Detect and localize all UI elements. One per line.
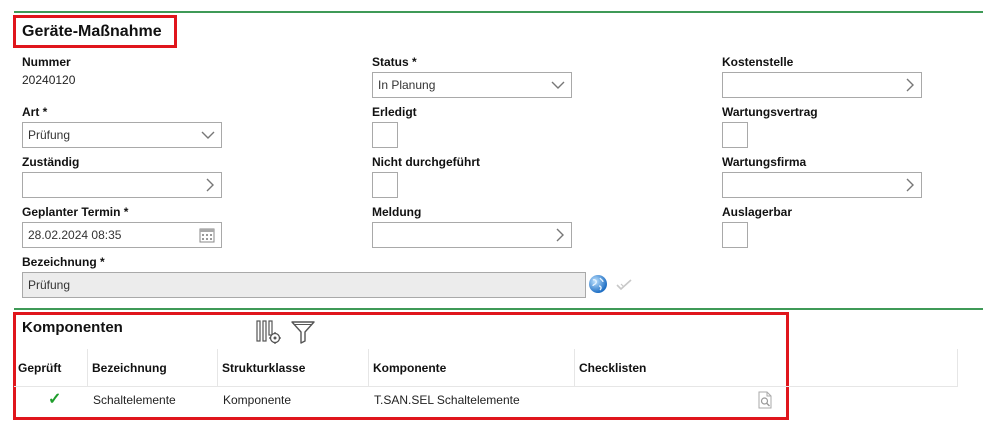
zustaendig-lookup[interactable]	[22, 172, 222, 198]
document-search-icon[interactable]	[757, 391, 773, 409]
erledigt-checkbox[interactable]	[372, 122, 398, 148]
meldung-lookup[interactable]	[372, 222, 572, 248]
nummer-label: Nummer	[22, 55, 71, 69]
filter-icon[interactable]	[290, 319, 316, 345]
cell-bezeichnung: Schaltelemente	[93, 393, 176, 407]
wartungsvertrag-checkbox[interactable]	[722, 122, 748, 148]
geplanter-termin-value: 28.02.2024 08:35	[28, 228, 122, 242]
section-title-komponenten: Komponenten	[22, 319, 123, 336]
geplanter-termin-label: Geplanter Termin *	[22, 205, 129, 219]
art-select-value: Prüfung	[28, 128, 71, 142]
column-settings-icon[interactable]	[256, 319, 282, 345]
zustaendig-label: Zuständig	[22, 155, 80, 169]
chevron-down-icon	[551, 73, 565, 97]
checkmark-icon: ✓	[48, 391, 62, 408]
kostenstelle-label: Kostenstelle	[722, 55, 794, 69]
wartungsfirma-lookup[interactable]	[722, 172, 922, 198]
column-header-strukturklasse[interactable]: Strukturklasse	[217, 349, 368, 387]
section-divider-komponenten	[14, 308, 983, 310]
geplanter-termin-input[interactable]: 28.02.2024 08:35	[22, 222, 222, 248]
globe-icon[interactable]	[588, 274, 608, 294]
cell-checklisten	[576, 387, 726, 413]
bezeichnung-value: Prüfung	[28, 278, 71, 292]
art-label: Art *	[22, 105, 48, 119]
calendar-icon[interactable]	[199, 223, 215, 247]
bezeichnung-label: Bezeichnung *	[22, 255, 105, 269]
wartungsfirma-label: Wartungsfirma	[722, 155, 807, 169]
chevron-down-icon	[201, 123, 215, 147]
column-header-checklisten[interactable]: Checklisten	[574, 349, 958, 387]
status-label: Status *	[372, 55, 417, 69]
column-header-komponente[interactable]: Komponente	[368, 349, 574, 387]
translate-check-icon[interactable]	[616, 278, 632, 291]
nicht-durchgefuehrt-label: Nicht durchgeführt	[372, 155, 480, 169]
column-header-bezeichnung[interactable]: Bezeichnung	[87, 349, 217, 387]
cell-komponente: T.SAN.SEL Schaltelemente	[374, 393, 520, 407]
auslagerbar-label: Auslagerbar	[722, 205, 793, 219]
wartungsvertrag-label: Wartungsvertrag	[722, 105, 818, 119]
section-divider-top	[14, 11, 983, 13]
chevron-right-icon[interactable]	[555, 223, 565, 247]
art-select[interactable]: Prüfung	[22, 122, 222, 148]
section-title-geraete-massnahme: Geräte-Maßnahme	[22, 23, 162, 40]
chevron-right-icon[interactable]	[905, 173, 915, 197]
erledigt-label: Erledigt	[372, 105, 417, 119]
nicht-durchgefuehrt-checkbox[interactable]	[372, 172, 398, 198]
column-header-geprueft[interactable]: Geprüft	[14, 349, 88, 387]
chevron-right-icon[interactable]	[205, 173, 215, 197]
kostenstelle-lookup[interactable]	[722, 72, 922, 98]
status-select[interactable]: In Planung	[372, 72, 572, 98]
meldung-label: Meldung	[372, 205, 422, 219]
cell-strukturklasse: Komponente	[223, 393, 292, 407]
bezeichnung-input[interactable]: Prüfung	[22, 272, 586, 298]
nummer-value: 20240120	[22, 73, 76, 87]
chevron-right-icon[interactable]	[905, 73, 915, 97]
auslagerbar-checkbox[interactable]	[722, 222, 748, 248]
status-select-value: In Planung	[378, 78, 436, 92]
